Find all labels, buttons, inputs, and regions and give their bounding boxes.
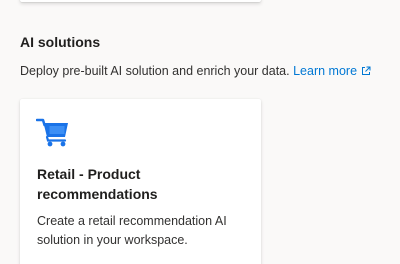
section-description-text: Deploy pre-built AI solution and enrich … — [20, 64, 290, 78]
section-title: AI solutions — [20, 34, 101, 50]
ai-solutions-page: AI solutions Deploy pre-built AI solutio… — [0, 0, 400, 264]
learn-more-label: Learn more — [293, 64, 358, 78]
solution-card-retail[interactable]: Retail - Product recommendations Create … — [20, 99, 261, 264]
solution-card-title: Retail - Product recommendations — [37, 166, 158, 202]
shopping-cart-icon — [36, 118, 68, 147]
section-description: Deploy pre-built AI solution and enrich … — [20, 64, 371, 78]
learn-more-link[interactable]: Learn more — [293, 64, 371, 78]
previous-card — [20, 0, 261, 2]
external-link-icon — [362, 66, 371, 75]
solution-card-description: Create a retail recommendation AI soluti… — [37, 214, 227, 247]
